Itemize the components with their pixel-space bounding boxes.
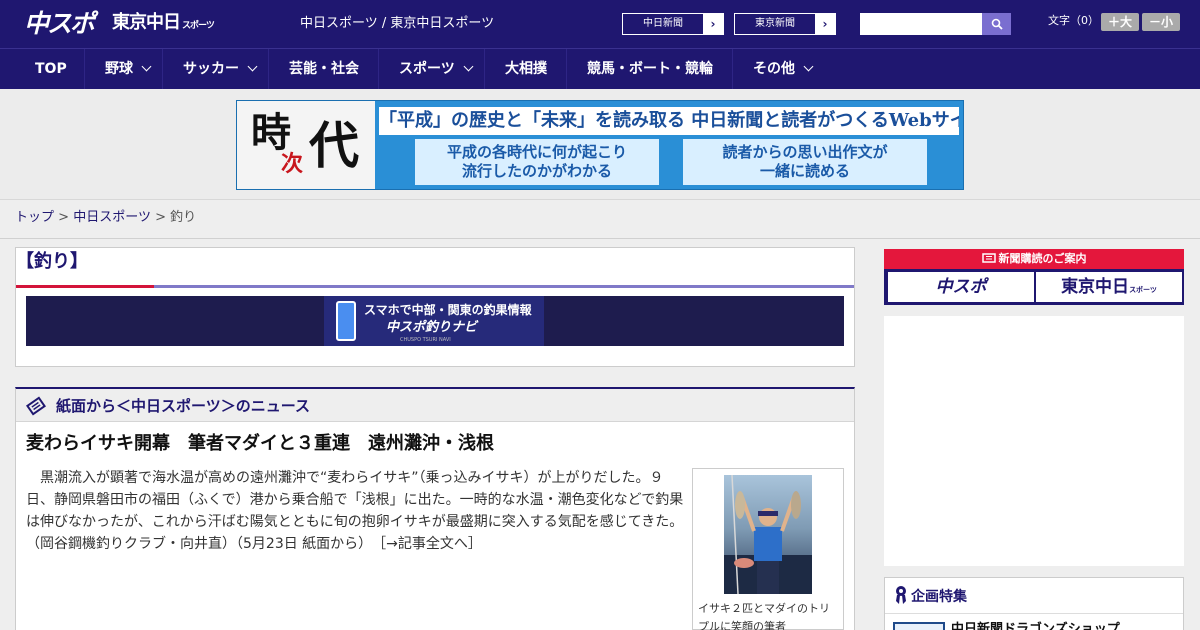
banner-box-history: 平成の各時代に何が起こり 流行したのかがわかる (415, 139, 659, 185)
title-underline-accent (16, 285, 154, 288)
tsuri-navi-tagline: スマホで中部・関東の釣果情報 (364, 303, 532, 317)
tokyo-shimbun-button[interactable]: 東京新聞 › (734, 13, 836, 35)
chevron-down-icon (463, 61, 474, 72)
nav-item-racing[interactable]: 競馬・ボート・競輪 (587, 49, 713, 89)
banner-headline: 「平成」の歴史と「未来」を読み取る 中日新聞と読者がつくるWebサイト (379, 107, 959, 135)
tsuri-navi-roman: CHUSPO TSURI NAVI (400, 337, 451, 343)
feature-section: 企画特集 中日新聞ドラゴンズショップ (884, 577, 1184, 630)
subscribe-tokyo-chunichi-logo[interactable]: 東京中日スポーツ (1036, 272, 1182, 302)
dragons-shop-thumbnail[interactable] (893, 622, 945, 630)
nav-divider (268, 49, 269, 90)
nav-divider (732, 49, 733, 90)
font-larger-button[interactable]: ＋大 (1101, 13, 1139, 31)
nav-item-entertainment[interactable]: 芸能・社会 (289, 49, 359, 89)
nav-divider (162, 49, 163, 90)
angler-photo-illustration (724, 475, 812, 594)
site-link[interactable]: 中日スポーツ / 東京中日スポーツ (300, 16, 494, 32)
breadcrumb-separator: > (58, 210, 70, 225)
breadcrumb-current: 釣り (170, 210, 197, 225)
breadcrumb-divider (0, 238, 1200, 239)
nav-item-other[interactable]: その他 (753, 49, 814, 89)
top-bar: 中スポ 東京中日 スポーツ 中日スポーツ / 東京中日スポーツ 中日新聞 › 東京… (0, 0, 1200, 48)
title-underline (154, 285, 854, 288)
nav-item-label: 野球 (105, 61, 133, 77)
ribbon-icon (896, 586, 906, 604)
feature-title: 企画特集 (911, 589, 967, 605)
banner-box-line: 読者からの思い出作文が (722, 143, 888, 161)
nav-divider (484, 49, 485, 90)
tokyo-chunichi-logo-text: 東京中日 (112, 12, 181, 33)
banner-box-line: 平成の各時代に何が起こり (446, 143, 627, 161)
tokyo-shimbun-label: 東京新聞 (755, 18, 795, 29)
subscribe-tokyo-chunichi-sub: スポーツ (1129, 286, 1157, 294)
font-smaller-button[interactable]: －小 (1142, 13, 1180, 31)
tokyo-chunichi-logo[interactable]: 東京中日 スポーツ (112, 12, 215, 37)
nav-divider (378, 49, 379, 90)
search-input[interactable] (860, 13, 982, 35)
chevron-down-icon (247, 61, 258, 72)
smartphone-icon (336, 301, 356, 341)
tsuri-navi-name: 中スポ釣りナビ (386, 320, 478, 335)
subscription-banner[interactable]: 新聞購読のご案内 中スポ 東京中日スポーツ (884, 249, 1184, 305)
banner-logo-tsugi: 次 (281, 151, 304, 177)
photo-caption: イサキ２匹とマダイのトリプルに笑顔の筆者 (698, 602, 830, 630)
banner-logo-area: 時 次 代 (237, 101, 375, 189)
breadcrumb: トップ > 中日スポーツ > 釣り (15, 210, 196, 226)
chunichi-shimbun-button[interactable]: 中日新聞 › (622, 13, 724, 35)
breadcrumb-chunichi-link[interactable]: 中日スポーツ (73, 210, 151, 225)
dragons-shop-link[interactable]: 中日新聞ドラゴンズショップ (951, 622, 1120, 630)
main-nav: TOP 野球 サッカー 芸能・社会 スポーツ 大相撲 競馬・ボート・競輪 その他 (0, 48, 1200, 90)
tokyo-chunichi-logo-sub: スポーツ (182, 21, 215, 31)
chevron-right-icon: › (815, 14, 835, 34)
article-photo[interactable] (724, 475, 812, 594)
nav-item-label: スポーツ (399, 61, 455, 77)
nav-item-sports[interactable]: スポーツ (399, 49, 474, 89)
chevron-down-icon (141, 61, 152, 72)
nav-item-baseball[interactable]: 野球 (105, 49, 152, 89)
banner-box-line: 流行したのかがわかる (461, 162, 612, 180)
heisei-jidai-banner[interactable]: 時 次 代 「平成」の歴史と「未来」を読み取る 中日新聞と読者がつくるWebサイ… (236, 100, 964, 190)
subscribe-tokyo-chunichi-text: 東京中日 (1061, 277, 1130, 297)
breadcrumb-separator: > (155, 210, 166, 225)
subscribe-chuspo-logo[interactable]: 中スポ (888, 272, 1034, 302)
ticket-icon (981, 253, 996, 263)
article-headline[interactable]: 麦わらイサキ開幕 筆者マダイと３重連 遠州灘沖・浅根 (26, 432, 494, 456)
subscription-heading-text: 新聞購読のご案内 (998, 252, 1087, 265)
font-size-label: 文字（0） (1048, 14, 1099, 27)
search-button[interactable] (982, 13, 1011, 35)
nav-item-label: TOP (35, 61, 67, 77)
chuspo-logo[interactable]: 中スポ (24, 9, 95, 39)
newspaper-icon (26, 396, 46, 416)
banner-box-memories: 読者からの思い出作文が 一緒に読める (683, 139, 927, 185)
read-more-link[interactable]: ［→記事全文へ］ (379, 536, 482, 552)
subscription-heading: 新聞購読のご案内 (884, 249, 1184, 269)
sidebar-ad-slot (884, 316, 1184, 566)
chunichi-shimbun-label: 中日新聞 (643, 18, 683, 29)
nav-item-top[interactable]: TOP (35, 49, 67, 89)
banner-logo-ji: 時 (251, 109, 291, 156)
news-section-title: 紙面から＜中日スポーツ＞のニュース (56, 397, 310, 415)
nav-item-label: その他 (753, 61, 795, 77)
nav-item-sumo[interactable]: 大相撲 (505, 49, 547, 89)
nav-item-label: 競馬・ボート・競輪 (587, 61, 713, 77)
nav-item-soccer[interactable]: サッカー (183, 49, 258, 89)
article-summary: 黒潮流入が顕著で海水温が高めの遠州灘沖で“麦わらイサキ”（乗っ込みイサキ）が上が… (26, 467, 690, 555)
nav-item-label: 大相撲 (505, 61, 547, 77)
nav-divider (566, 49, 567, 90)
nav-item-label: サッカー (183, 61, 239, 77)
nav-divider (84, 49, 85, 90)
chevron-right-icon: › (703, 14, 723, 34)
chevron-down-icon (803, 61, 814, 72)
breadcrumb-top-link[interactable]: トップ (15, 210, 54, 225)
banner-logo-dai: 代 (309, 116, 359, 175)
tsuri-navi-banner[interactable]: スマホで中部・関東の釣果情報 中スポ釣りナビ CHUSPO TSURI NAVI (26, 296, 844, 346)
nav-item-label: 芸能・社会 (289, 61, 359, 77)
article-summary-text: 黒潮流入が顕著で海水温が高めの遠州灘沖で“麦わらイサキ”（乗っ込みイサキ）が上が… (26, 470, 691, 552)
tsuri-navi-banner-inner: スマホで中部・関東の釣果情報 中スポ釣りナビ CHUSPO TSURI NAVI (324, 296, 544, 346)
banner-box-line: 一緒に読める (759, 162, 850, 180)
search-icon (991, 18, 1003, 30)
page-title: 【釣り】 (16, 251, 88, 272)
feature-header: 企画特集 (885, 578, 1183, 614)
